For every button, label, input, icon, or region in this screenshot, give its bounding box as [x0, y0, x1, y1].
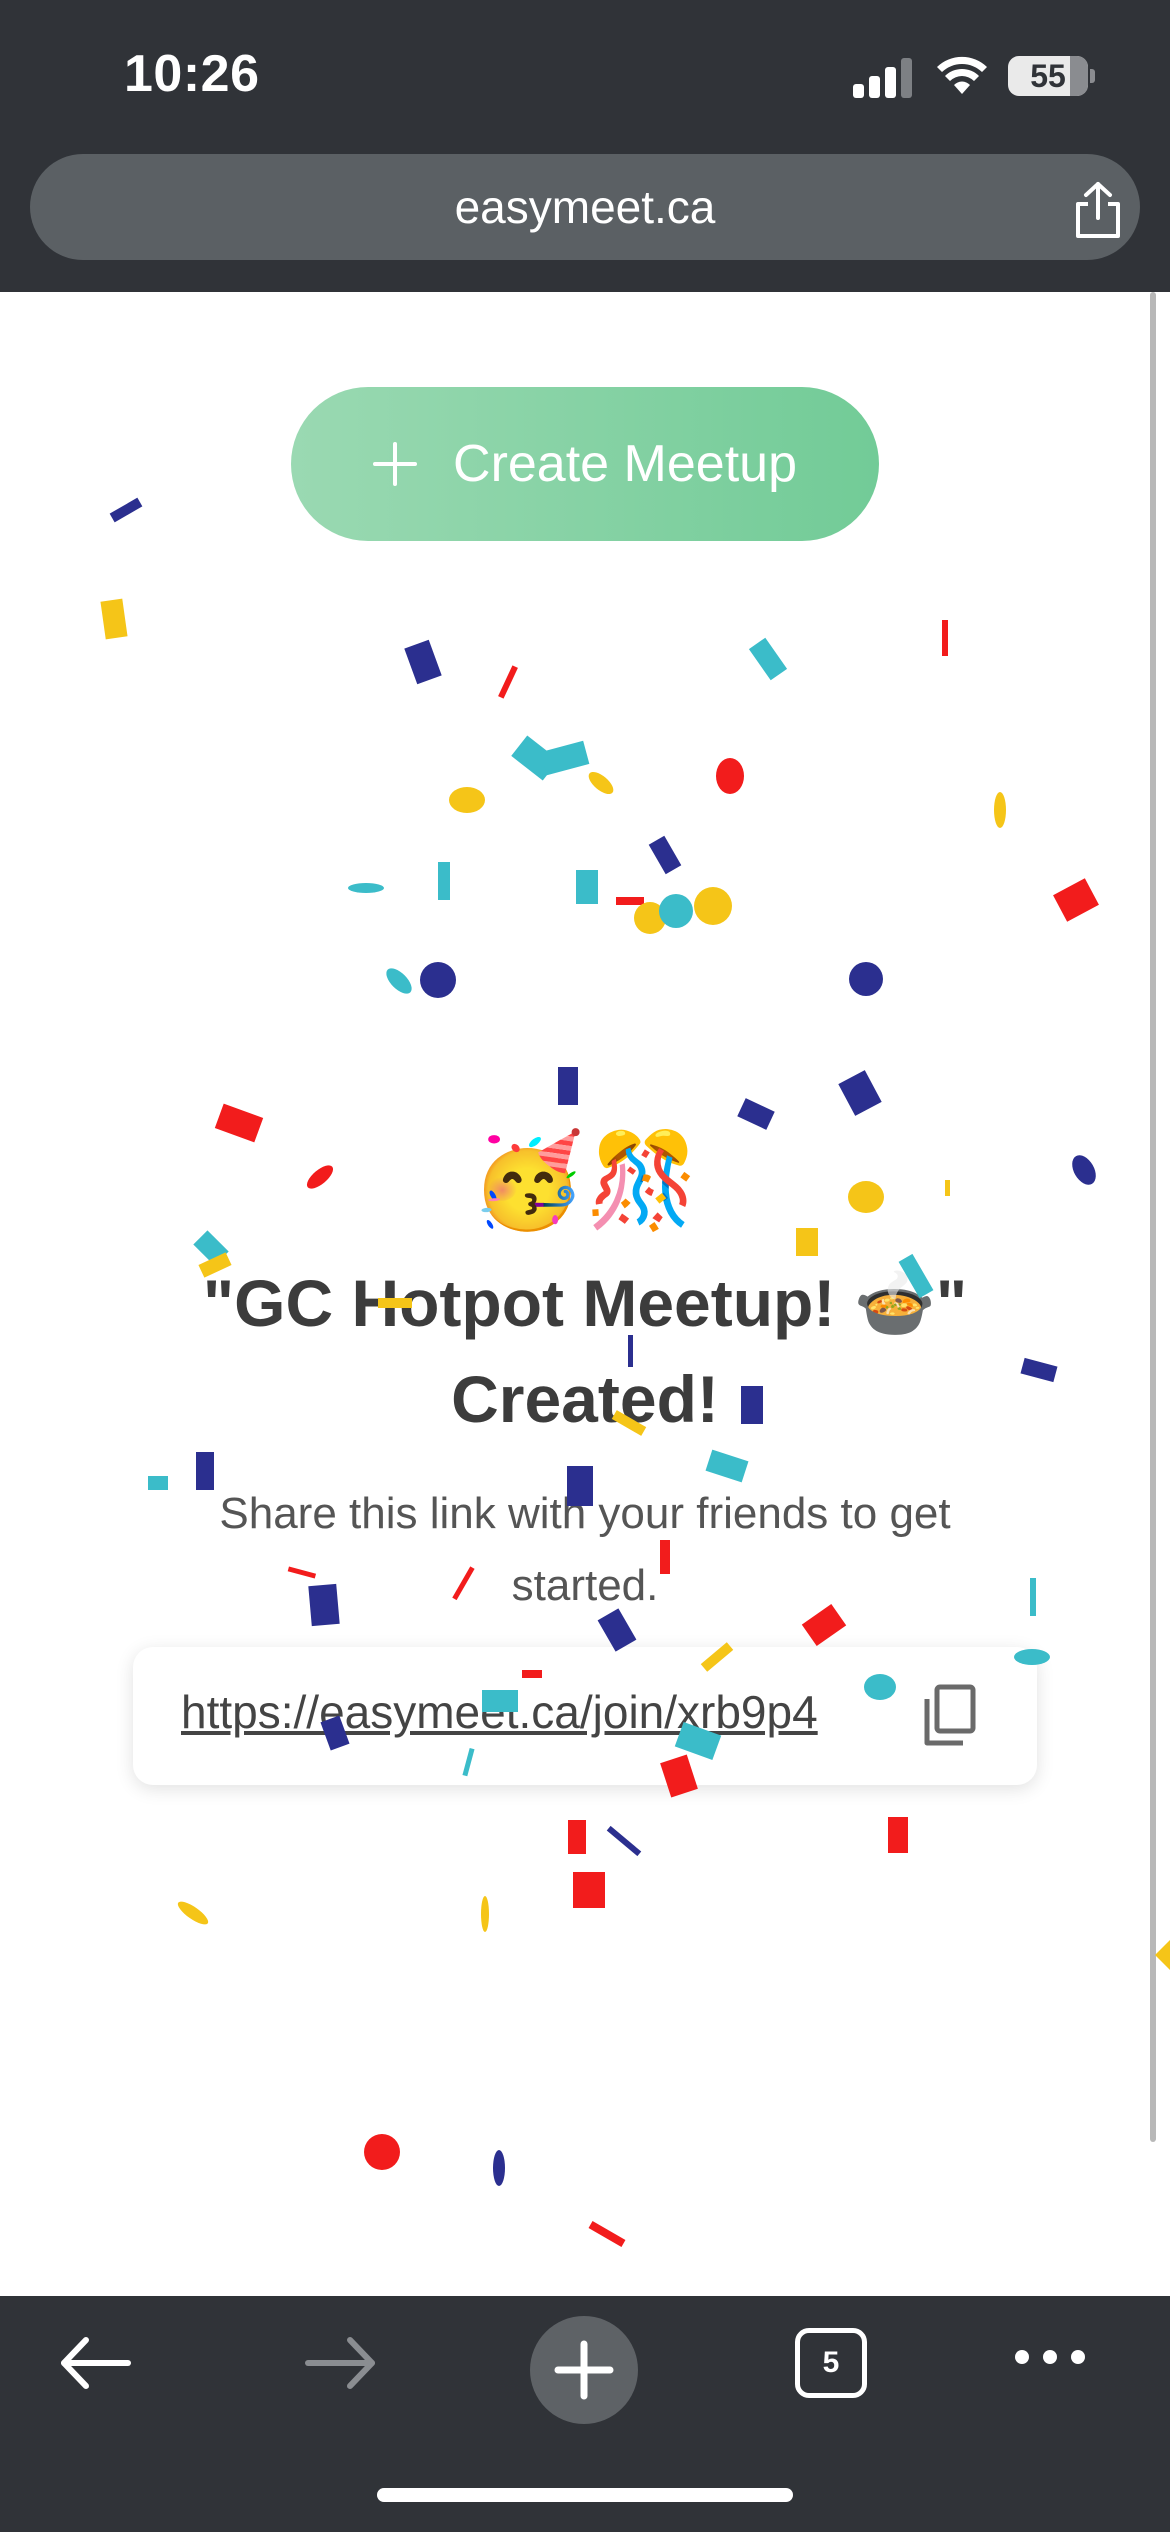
more-icon[interactable]	[1010, 2342, 1090, 2372]
wifi-icon	[937, 56, 987, 94]
battery-icon: 55	[1008, 56, 1088, 96]
battery-percent: 55	[1030, 58, 1066, 94]
create-meetup-label: Create Meetup	[453, 435, 797, 493]
plus-icon	[373, 442, 418, 486]
tabs-icon[interactable]: 5	[795, 2328, 867, 2398]
create-meetup-button[interactable]: Create Meetup	[291, 387, 879, 541]
share-link-card: https://easymeet.ca/join/xrb9p4	[133, 1647, 1037, 1785]
home-indicator[interactable]	[377, 2488, 793, 2502]
status-time: 10:26	[124, 45, 260, 103]
status-bar: 10:26 55	[0, 0, 1170, 150]
title-line-2: Created!	[451, 1362, 719, 1436]
address-url[interactable]: easymeet.ca	[30, 154, 1140, 260]
cellular-signal-icon	[853, 56, 915, 98]
share-icon[interactable]	[1070, 180, 1126, 240]
battery-nub	[1090, 69, 1095, 83]
meetup-created-title: "GC Hotpot Meetup! 🍲" Created!	[120, 1255, 1050, 1447]
share-link[interactable]: https://easymeet.ca/join/xrb9p4	[181, 1685, 818, 1739]
new-tab-button[interactable]	[530, 2316, 638, 2424]
copy-icon[interactable]	[921, 1683, 977, 1747]
forward-arrow-icon[interactable]	[300, 2328, 380, 2398]
address-bar[interactable]: easymeet.ca	[30, 154, 1140, 260]
celebration-emoji: 🥳🎊	[470, 1127, 700, 1234]
back-arrow-icon[interactable]	[56, 2328, 136, 2398]
plus-icon	[554, 2340, 614, 2400]
page-scrollbar[interactable]	[1150, 292, 1156, 2142]
address-bar-area: easymeet.ca	[0, 150, 1170, 292]
title-line-1: "GC Hotpot Meetup! 🍲"	[202, 1266, 968, 1340]
share-instructions: Share this link with your friends to get…	[219, 1489, 951, 1610]
